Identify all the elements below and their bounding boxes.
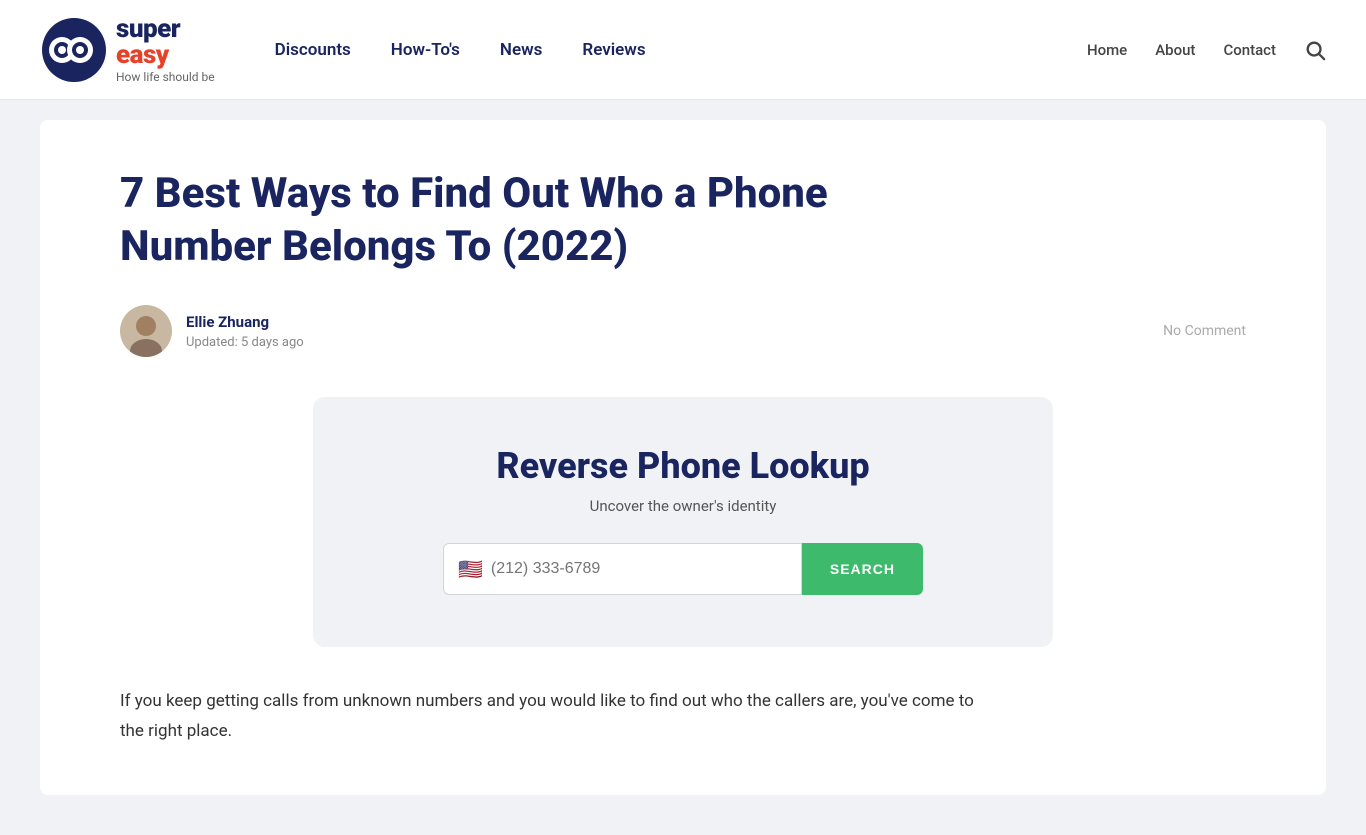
no-comment-label: No Comment	[1163, 323, 1246, 339]
logo-easy: easy	[116, 42, 215, 68]
lookup-subtitle: Uncover the owner's identity	[353, 497, 1013, 515]
main-wrapper: 7 Best Ways to Find Out Who a Phone Numb…	[0, 100, 1366, 835]
nav-howtos[interactable]: How-To's	[391, 40, 460, 60]
author-details: Ellie Zhuang Updated: 5 days ago	[186, 313, 304, 350]
nav-news[interactable]: News	[500, 40, 542, 60]
author-name: Ellie Zhuang	[186, 313, 304, 331]
lookup-widget: Reverse Phone Lookup Uncover the owner's…	[313, 397, 1053, 647]
phone-input[interactable]	[491, 560, 787, 578]
author-updated: Updated: 5 days ago	[186, 335, 304, 350]
nav-reviews[interactable]: Reviews	[582, 40, 645, 60]
search-button[interactable]: SEARCH	[802, 543, 923, 595]
nav-discounts[interactable]: Discounts	[275, 40, 351, 60]
search-icon	[1304, 39, 1326, 61]
nav-home[interactable]: Home	[1087, 41, 1127, 59]
us-flag-icon: 🇺🇸	[458, 559, 483, 579]
primary-nav: Discounts How-To's News Reviews	[275, 40, 1087, 60]
logo-icon	[40, 16, 108, 84]
author-info-left: Ellie Zhuang Updated: 5 days ago	[120, 305, 304, 357]
lookup-title: Reverse Phone Lookup	[353, 445, 1013, 487]
article-title: 7 Best Ways to Find Out Who a Phone Numb…	[120, 168, 880, 273]
lookup-form: 🇺🇸 SEARCH	[443, 543, 923, 595]
site-header: super easy How life should be Discounts …	[0, 0, 1366, 100]
phone-input-wrapper: 🇺🇸	[443, 543, 802, 595]
nav-contact[interactable]: Contact	[1223, 41, 1276, 59]
author-row: Ellie Zhuang Updated: 5 days ago No Comm…	[120, 305, 1246, 357]
author-avatar	[120, 305, 172, 357]
search-icon-button[interactable]	[1304, 39, 1326, 61]
site-logo[interactable]: super easy How life should be	[40, 16, 215, 84]
secondary-nav: Home About Contact	[1087, 39, 1326, 61]
article-intro: If you keep getting calls from unknown n…	[120, 687, 980, 747]
article-body: If you keep getting calls from unknown n…	[120, 687, 980, 747]
logo-tagline: How life should be	[116, 70, 215, 84]
avatar-silhouette	[128, 313, 164, 357]
content-card: 7 Best Ways to Find Out Who a Phone Numb…	[40, 120, 1326, 795]
nav-about[interactable]: About	[1155, 41, 1195, 59]
logo-super: super	[116, 16, 180, 42]
logo-text: super easy How life should be	[116, 16, 215, 84]
